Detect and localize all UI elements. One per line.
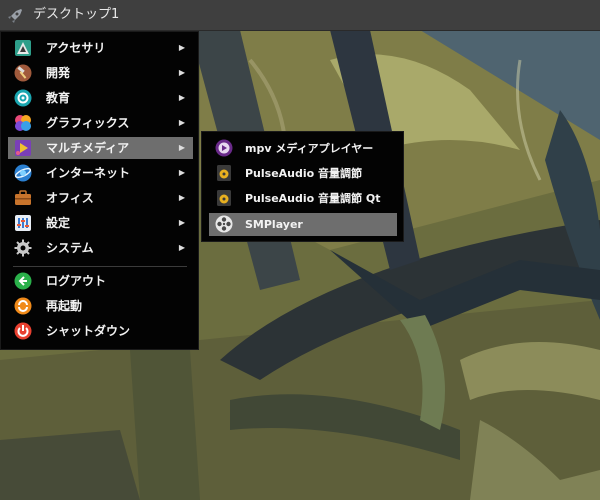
menu-item-development[interactable]: 開発 ▶ [8,62,193,84]
submenu-item-pulseaudio[interactable]: PulseAudio 音量調節 [209,162,397,185]
submenu-arrow-icon: ▶ [178,118,185,127]
menu-item-office[interactable]: オフィス ▶ [8,187,193,209]
mpv-icon [215,139,233,157]
submenu-item-label: PulseAudio 音量調節 Qt [245,192,381,205]
menu-item-shutdown[interactable]: シャットダウン [8,320,193,342]
internet-icon [14,164,32,182]
menu-item-multimedia[interactable]: マルチメディア ▶ [8,137,193,159]
menu-item-label: マルチメディア [46,141,130,155]
rocket-icon[interactable] [6,7,24,25]
menu-item-label: 再起動 [46,299,83,313]
speaker-icon [217,190,231,206]
submenu-arrow-icon: ▶ [178,68,185,77]
menu-item-label: ログアウト [46,274,107,288]
restart-icon [14,297,32,315]
submenu-arrow-icon: ▶ [178,193,185,202]
application-menu: アクセサリ ▶ 開発 ▶ 教育 ▶ グラフィックス ▶ マルチメディア ▶ イン… [0,31,199,350]
submenu-arrow-icon: ▶ [178,93,185,102]
menu-item-label: グラフィックス [46,116,130,130]
submenu-arrow-icon: ▶ [178,168,185,177]
multimedia-icon [15,140,31,156]
menu-item-education[interactable]: 教育 ▶ [8,87,193,109]
menu-item-system[interactable]: システム ▶ [8,237,193,259]
submenu-arrow-icon: ▶ [178,243,185,252]
development-hammer-icon [14,64,32,82]
menu-item-label: オフィス [46,191,94,205]
menu-item-label: 設定 [46,216,71,230]
submenu-item-smplayer[interactable]: SMPlayer [209,213,397,236]
smplayer-icon [215,215,233,233]
submenu-arrow-icon: ▶ [178,43,185,52]
top-panel: デスクトップ1 [0,0,600,31]
menu-item-settings[interactable]: 設定 ▶ [8,212,193,234]
menu-item-label: アクセサリ [46,41,106,55]
menu-item-accessories[interactable]: アクセサリ ▶ [8,37,193,59]
settings-icon [15,215,31,231]
multimedia-submenu: mpv メディアプレイヤー PulseAudio 音量調節 PulseAudio… [201,131,404,242]
submenu-arrow-icon: ▶ [178,143,185,152]
menu-item-label: 教育 [46,91,71,105]
menu-item-logout[interactable]: ログアウト [8,270,193,292]
menu-item-graphics[interactable]: グラフィックス ▶ [8,112,193,134]
submenu-item-label: mpv メディアプレイヤー [245,142,374,155]
shutdown-icon [14,322,32,340]
menu-item-label: インターネット [46,166,131,180]
menu-item-label: システム [46,241,94,255]
menu-item-label: シャットダウン [46,324,131,338]
system-gear-icon [14,239,32,257]
submenu-arrow-icon: ▶ [178,218,185,227]
menu-item-label: 開発 [46,66,71,80]
graphics-icon [15,115,31,131]
menu-item-internet[interactable]: インターネット ▶ [8,162,193,184]
logout-icon [14,272,32,290]
education-icon [14,89,32,107]
submenu-item-label: SMPlayer [245,218,303,231]
submenu-item-mpv[interactable]: mpv メディアプレイヤー [209,137,397,160]
accessories-icon [15,40,31,56]
menu-separator [13,266,187,267]
submenu-item-pulseaudio-qt[interactable]: PulseAudio 音量調節 Qt [209,187,397,210]
menu-item-restart[interactable]: 再起動 [8,295,193,317]
speaker-icon [217,165,231,181]
workspace-title[interactable]: デスクトップ1 [33,7,119,23]
office-briefcase-icon [15,190,31,205]
submenu-item-label: PulseAudio 音量調節 [245,167,363,180]
